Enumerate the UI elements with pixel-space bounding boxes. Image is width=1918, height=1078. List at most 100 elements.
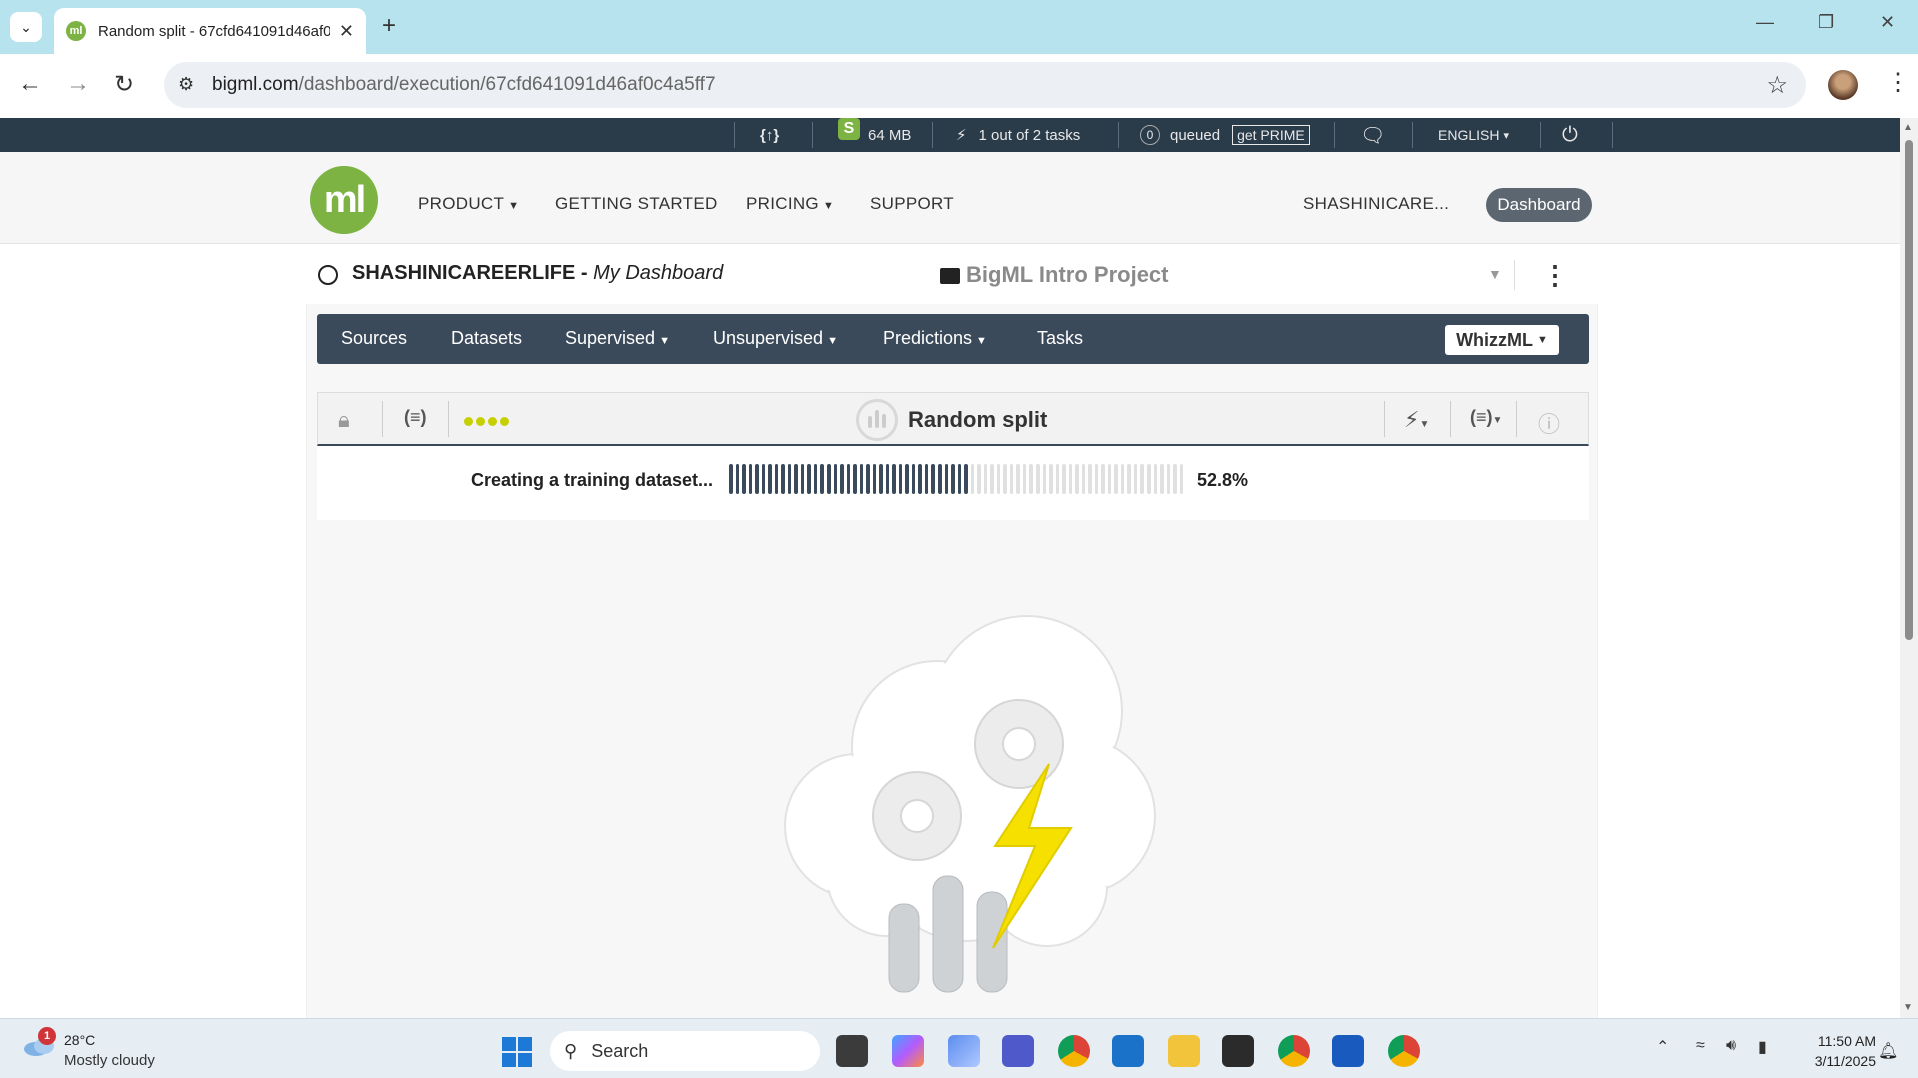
status-dot: [476, 417, 485, 426]
page-scrollbar[interactable]: ▲ ▼: [1900, 118, 1918, 1018]
scroll-up-icon[interactable]: ▲: [1903, 122, 1913, 133]
nav-sources[interactable]: Sources: [341, 328, 407, 349]
copilot-icon[interactable]: [892, 1035, 924, 1067]
task-view-icon[interactable]: [836, 1035, 868, 1067]
menu-product[interactable]: PRODUCT ▼: [418, 194, 519, 214]
chrome-icon[interactable]: [1058, 1035, 1090, 1067]
project-selector[interactable]: BigML Intro Project: [966, 262, 1169, 288]
chrome-profile-icon[interactable]: [1278, 1035, 1310, 1067]
progress-segment: [977, 464, 981, 494]
progress-segment: [833, 464, 838, 494]
teams-icon[interactable]: [1002, 1035, 1034, 1067]
caret-down-icon[interactable]: ▼: [1488, 266, 1502, 282]
bigml-logo[interactable]: ml: [310, 166, 378, 234]
menu-support[interactable]: SUPPORT: [870, 194, 954, 214]
wifi-icon[interactable]: ≈: [1696, 1037, 1705, 1055]
nav-datasets[interactable]: Datasets: [451, 328, 522, 349]
reify-icon[interactable]: ⚡︎▼: [1404, 407, 1429, 433]
browser-tab[interactable]: ml Random split - 67cfd641091d46af0c4a5f…: [54, 8, 366, 54]
progress-label: Creating a training dataset...: [471, 470, 714, 490]
progress-segment: [951, 464, 955, 494]
scroll-down-icon[interactable]: ▼: [1903, 1002, 1913, 1013]
browser-menu-icon[interactable]: ⋮: [1886, 68, 1910, 97]
chat-icon[interactable]: 🗨︎: [1360, 118, 1385, 152]
menu-pricing[interactable]: PRICING ▼: [746, 194, 834, 214]
nav-tasks[interactable]: Tasks: [1037, 328, 1083, 349]
bigml-status-bar: {↑} S 64 MB ⚡︎ 1 out of 2 tasks 0 queued…: [0, 118, 1900, 152]
power-icon[interactable]: ⏻: [1562, 118, 1578, 152]
progress-segment: [990, 464, 994, 494]
minimize-icon[interactable]: —: [1756, 12, 1774, 33]
whizzml-dropdown[interactable]: WhizzML ▼: [1445, 325, 1559, 355]
queued-label: queued: [1170, 126, 1221, 144]
notifications-icon[interactable]: 🔔︎: [1878, 1041, 1898, 1061]
profile-avatar[interactable]: [1828, 70, 1858, 100]
nav-predictions[interactable]: Predictions ▼: [883, 328, 987, 349]
close-window-icon[interactable]: ✕: [1880, 12, 1895, 33]
user-menu[interactable]: SHASHINICARE...: [1303, 194, 1449, 214]
nav-unsupervised[interactable]: Unsupervised ▼: [713, 328, 838, 349]
chrome-active-icon[interactable]: [1388, 1035, 1420, 1067]
snipping-tool-icon[interactable]: [948, 1035, 980, 1067]
progress-segment: [1042, 464, 1047, 494]
sticky-notes-icon[interactable]: [1222, 1035, 1254, 1067]
storage-indicator[interactable]: S 64 MB: [838, 118, 911, 152]
address-bar[interactable]: ⚙ bigml.com/dashboard/execution/67cfd641…: [164, 62, 1806, 108]
dashboard-button[interactable]: Dashboard: [1486, 188, 1592, 222]
status-dot: [488, 417, 497, 426]
tasks-indicator[interactable]: ⚡︎ 1 out of 2 tasks: [956, 118, 1080, 152]
tab-close-icon[interactable]: ✕: [339, 21, 354, 42]
gear-icon: [974, 699, 1064, 789]
progress-segment: [1094, 464, 1099, 494]
tab-search-button[interactable]: ⌄: [10, 12, 42, 42]
taskbar-search[interactable]: ⚲ Search: [550, 1031, 820, 1071]
menu-pricing-label: PRICING: [746, 194, 819, 213]
lock-icon[interactable]: 🔒︎: [338, 407, 350, 433]
back-icon[interactable]: ←: [18, 70, 42, 98]
get-prime-button[interactable]: get PRIME: [1232, 125, 1310, 145]
url-host: bigml.com: [212, 74, 299, 95]
progress-segment: [1009, 464, 1014, 494]
volume-icon[interactable]: 🔊︎: [1726, 1037, 1736, 1055]
bookmark-star-icon[interactable]: ☆: [1766, 71, 1788, 100]
notepad-icon[interactable]: [1112, 1035, 1144, 1067]
restore-icon[interactable]: ❐: [1818, 12, 1834, 33]
progress-segment: [996, 464, 1001, 494]
forward-icon[interactable]: →: [66, 70, 90, 98]
progress-segment: [970, 464, 975, 494]
progress-segment: [1160, 464, 1164, 494]
language-selector[interactable]: ENGLISH ▾: [1438, 118, 1509, 152]
menu-getting-started[interactable]: GETTING STARTED: [555, 194, 718, 214]
queue-indicator[interactable]: 0 queued get PRIME: [1140, 118, 1310, 152]
progress-segment: [1075, 464, 1079, 494]
divider: [1384, 401, 1385, 437]
caret-down-icon: ▼: [827, 335, 838, 347]
folder-icon: [940, 268, 960, 284]
word-icon[interactable]: [1332, 1035, 1364, 1067]
chevron-down-icon: ⌄: [20, 18, 32, 35]
tray-chevron-icon[interactable]: ⌃: [1656, 1037, 1669, 1057]
script-source-icon[interactable]: (≡): [404, 407, 427, 428]
divider: [1514, 260, 1515, 290]
scroll-thumb[interactable]: [1905, 140, 1913, 640]
system-clock[interactable]: 11:50 AM 3/11/2025: [1790, 1031, 1876, 1071]
progress-segment: [813, 464, 818, 494]
file-explorer-icon[interactable]: [1168, 1035, 1200, 1067]
progress-segment: [755, 464, 759, 494]
battery-icon[interactable]: ▮: [1758, 1037, 1767, 1057]
nav-supervised[interactable]: Supervised ▼: [565, 328, 670, 349]
caret-down-icon: ▼: [1537, 334, 1548, 346]
execution-actions-icon[interactable]: (≡)▼: [1470, 407, 1502, 428]
windows-start-icon[interactable]: [502, 1037, 532, 1067]
more-options-icon[interactable]: ⋮: [1542, 260, 1568, 291]
new-tab-icon[interactable]: +: [382, 12, 396, 40]
progress-segment: [1133, 464, 1138, 494]
progress-segment: [1147, 464, 1151, 494]
site-info-icon[interactable]: ⚙: [178, 74, 194, 95]
bigml-favicon-icon: ml: [66, 21, 86, 41]
windows-taskbar: 1 28°C Mostly cloudy ⚲ Search ⌃ ≈ 🔊︎ ▮ 1…: [0, 1018, 1918, 1078]
info-icon[interactable]: ⓘ: [1538, 407, 1560, 439]
whizzml-scripts-icon[interactable]: {↑}: [760, 118, 779, 152]
progress-segment: [840, 464, 844, 494]
reload-icon[interactable]: ↻: [114, 70, 134, 99]
